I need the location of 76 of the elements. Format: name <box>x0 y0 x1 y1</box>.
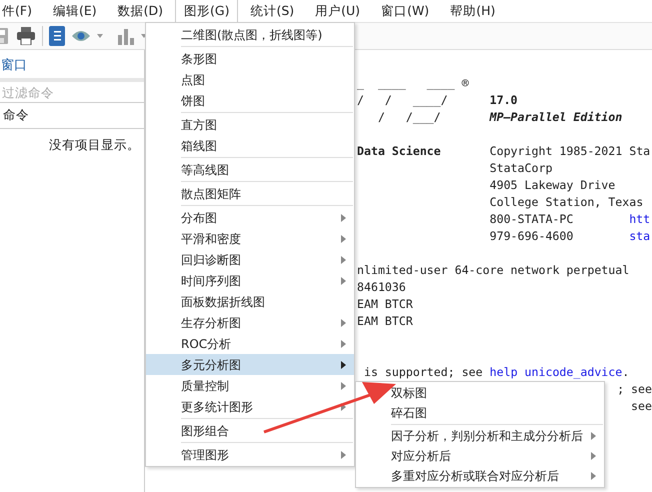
submenu-arrow-icon <box>341 256 346 264</box>
output-text: 979-696-4600 <box>490 229 574 243</box>
output-text: nlimited-user 64-core network perpetual <box>357 263 630 277</box>
output-text: StataCorp <box>490 161 552 175</box>
print-icon[interactable] <box>16 27 36 45</box>
empty-message: 没有项目显示。 <box>49 137 140 154</box>
output-text: / /___/ <box>376 110 441 124</box>
menu-item[interactable]: 多元分析图 <box>146 354 354 375</box>
menu-item[interactable]: ROC分析 <box>146 333 354 354</box>
menu-item[interactable]: 时间序列图 <box>146 270 354 291</box>
output-text: 4905 Lakeway Drive <box>490 178 616 192</box>
menu-item[interactable]: 回归诊断图 <box>146 249 354 270</box>
menu-item[interactable]: 碎石图 <box>356 403 604 423</box>
output-text: 17.0 <box>490 93 518 107</box>
menu-bar-item[interactable]: 窗口(W) <box>372 0 438 23</box>
menu-item[interactable]: 多重对应分析或联合对应分析后 <box>356 466 604 486</box>
menu-bar-item[interactable]: 用户(U) <box>306 0 370 23</box>
output-text: 800-STATA-PC <box>490 212 574 226</box>
menu-item[interactable]: 双标图 <box>356 383 604 403</box>
menu-item[interactable]: 生存分析图 <box>146 312 354 333</box>
submenu-arrow-icon <box>591 452 596 460</box>
output-text: College Station, Texas <box>490 195 644 209</box>
output-text: EAM BTCR <box>357 314 413 328</box>
caret-icon[interactable] <box>97 34 103 38</box>
menu-item[interactable]: 散点图矩阵 <box>146 183 354 204</box>
submenu-arrow-icon <box>591 472 596 480</box>
menu-item[interactable]: 平滑和密度 <box>146 228 354 249</box>
output-text: / / ____/ <box>357 93 448 107</box>
menu-item[interactable]: 条形图 <box>146 48 354 69</box>
output-text: _ ____ ____ ® <box>357 76 469 90</box>
menu-item[interactable]: 等高线图 <box>146 159 354 180</box>
menu-item[interactable]: 图形组合 <box>146 420 354 441</box>
output-text: see <box>631 399 652 413</box>
menu-item[interactable]: 管理图形 <box>146 444 354 465</box>
menu-bar-item[interactable]: 数据(D) <box>108 0 172 23</box>
output-text: MP—Parallel Edition <box>490 110 622 124</box>
menu-item[interactable]: 面板数据折线图 <box>146 291 354 312</box>
output-text: EAM BTCR <box>357 297 413 311</box>
output-text: ; see <box>617 382 652 396</box>
submenu-arrow-icon <box>341 234 346 242</box>
output-text: Copyright 1985-2021 Sta <box>490 144 650 158</box>
submenu-arrow-icon <box>341 382 346 390</box>
menu-bar-item[interactable]: 件(F) <box>0 0 41 23</box>
eye-icon[interactable] <box>71 29 91 43</box>
submenu-arrow-icon <box>341 214 346 222</box>
menu-item[interactable]: 点图 <box>146 69 354 90</box>
web-link[interactable]: sta <box>629 229 650 243</box>
menu-item[interactable]: 箱线图 <box>146 135 354 156</box>
menu-item[interactable]: 饼图 <box>146 90 354 111</box>
submenu-arrow-icon <box>341 402 346 410</box>
notebook-icon[interactable] <box>49 26 65 46</box>
pane-title: 窗口 <box>0 57 28 75</box>
menu-item[interactable]: 更多统计图形 <box>146 396 354 417</box>
column-header[interactable]: 命令 <box>0 103 144 129</box>
menu-bar-item[interactable]: 帮助(H) <box>441 0 504 23</box>
menu-bar-item[interactable]: 图形(G) <box>175 0 238 23</box>
submenu-arrow-icon <box>591 432 596 440</box>
output-text: Data Science <box>357 144 441 158</box>
help-link[interactable]: help unicode_advice <box>490 365 622 379</box>
menu-bar-item[interactable]: 编辑(E) <box>44 0 106 23</box>
menu-item[interactable]: 直方图 <box>146 114 354 135</box>
menu-item[interactable]: 对应分析后 <box>356 446 604 466</box>
menu-item[interactable]: 分布图 <box>146 207 354 228</box>
output-text: 8461036 <box>357 280 406 294</box>
submenu-arrow-icon <box>341 360 346 368</box>
submenu-arrow-icon <box>341 450 346 458</box>
submenu-arrow-icon <box>341 276 346 284</box>
bar-chart-icon[interactable] <box>117 27 135 45</box>
output-text: is supported; see help unicode_advice. <box>362 365 630 379</box>
submenu-arrow-icon <box>341 318 346 326</box>
save-icon[interactable] <box>0 27 10 45</box>
web-link[interactable]: htt <box>629 212 650 226</box>
menu-item[interactable]: 质量控制 <box>146 375 354 396</box>
submenu-arrow-icon <box>341 340 346 348</box>
menu-item[interactable]: 因子分析，判别分析和主成分分析后 <box>356 426 604 446</box>
menu-bar-item[interactable]: 统计(S) <box>241 0 304 23</box>
